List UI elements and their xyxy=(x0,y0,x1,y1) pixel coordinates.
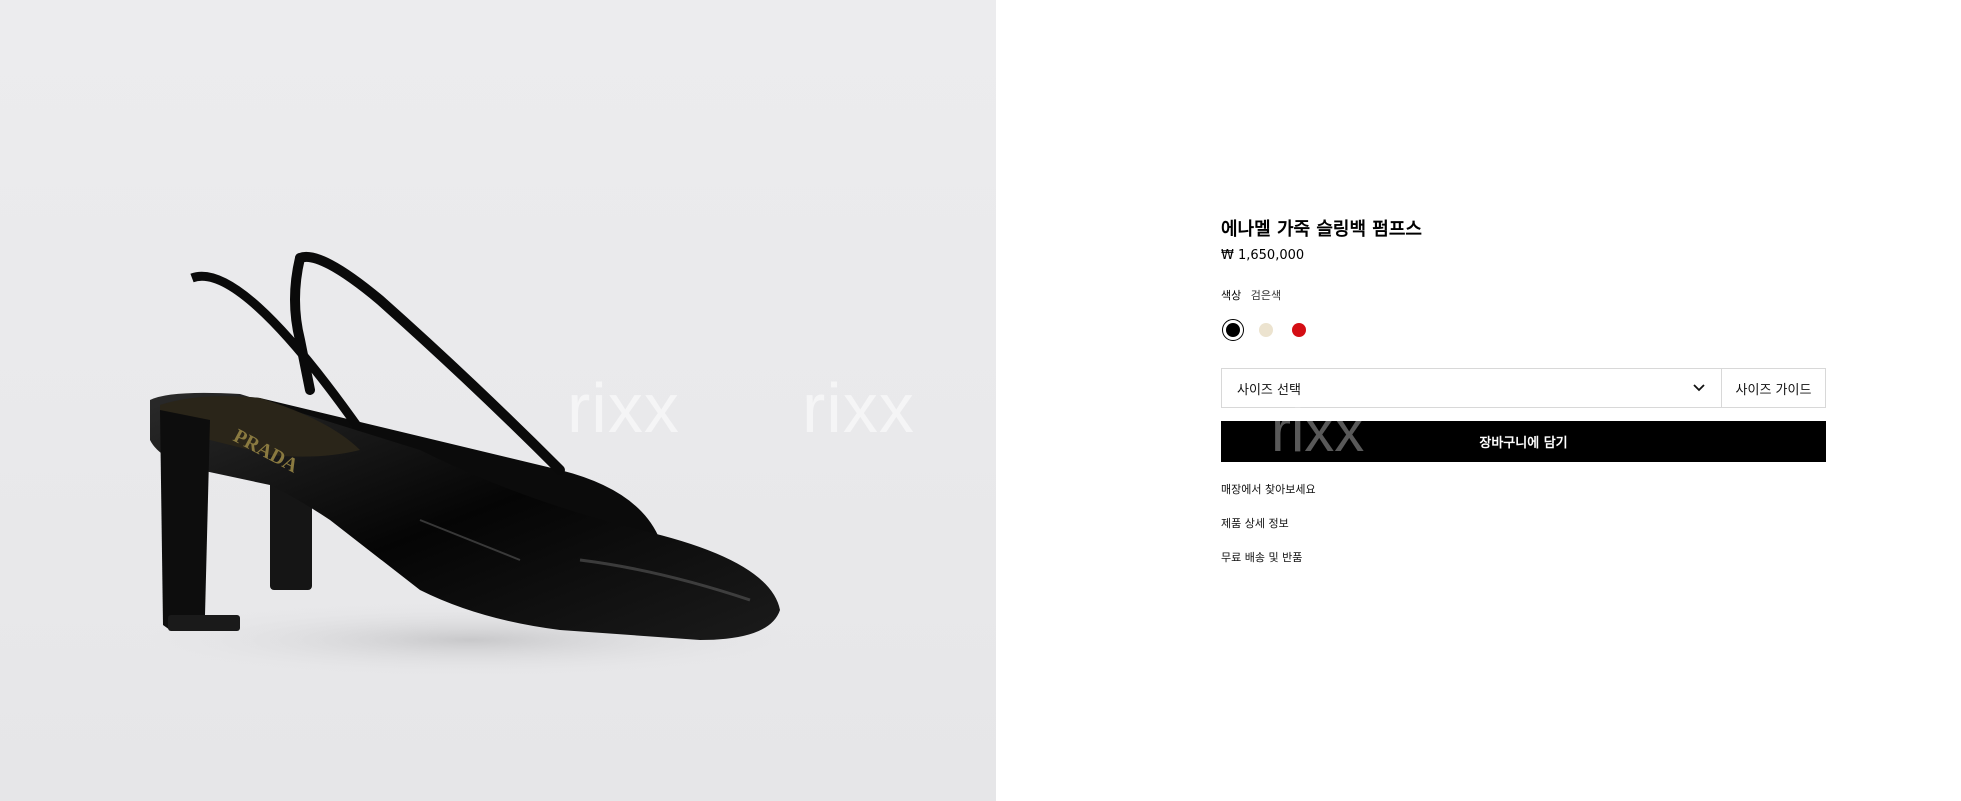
product-info-panel: 에나멜 가죽 슬링백 펌프스 ₩ 1,650,000 색상 검은색 사이즈 선택 xyxy=(1221,0,1826,801)
swatch-red[interactable] xyxy=(1288,319,1310,341)
color-value: 검은색 xyxy=(1250,289,1282,302)
watermark-text: rixx xyxy=(567,369,680,447)
shipping-returns-link[interactable]: 무료 배송 및 반품 xyxy=(1221,549,1302,565)
swatch-dot xyxy=(1292,323,1306,337)
color-swatches xyxy=(1222,319,1310,341)
add-to-cart-button[interactable]: 장바구니에 담기 xyxy=(1221,421,1826,462)
product-image[interactable]: PRADA rixx rixx xyxy=(0,0,996,801)
swatch-black[interactable] xyxy=(1222,319,1244,341)
swatch-dot xyxy=(1226,323,1240,337)
product-page: PRADA rixx rixx 에나멜 가죽 슬링백 펌프스 ₩ 1,650,0… xyxy=(0,0,1961,801)
color-row: 색상 검은색 xyxy=(1221,287,1281,303)
find-in-store-link[interactable]: 매장에서 찾아보세요 xyxy=(1221,481,1316,497)
product-title: 에나멜 가죽 슬링백 펌프스 xyxy=(1221,219,1422,240)
size-guide-button[interactable]: 사이즈 가이드 xyxy=(1722,369,1825,407)
chevron-down-icon xyxy=(1693,384,1705,392)
product-price: ₩ 1,650,000 xyxy=(1221,248,1305,263)
size-select-label: 사이즈 선택 xyxy=(1237,382,1301,398)
size-select-dropdown[interactable]: 사이즈 선택 xyxy=(1222,369,1722,407)
swatch-dot xyxy=(1259,323,1273,337)
watermark-text: rixx xyxy=(802,369,915,447)
color-label: 색상 xyxy=(1221,289,1242,302)
cart-wrap: 장바구니에 담기 rixx xyxy=(1221,399,1826,462)
swatch-ivory[interactable] xyxy=(1255,319,1277,341)
product-details-link[interactable]: 제품 상세 정보 xyxy=(1221,515,1289,531)
size-row: 사이즈 선택 사이즈 가이드 xyxy=(1221,368,1826,408)
